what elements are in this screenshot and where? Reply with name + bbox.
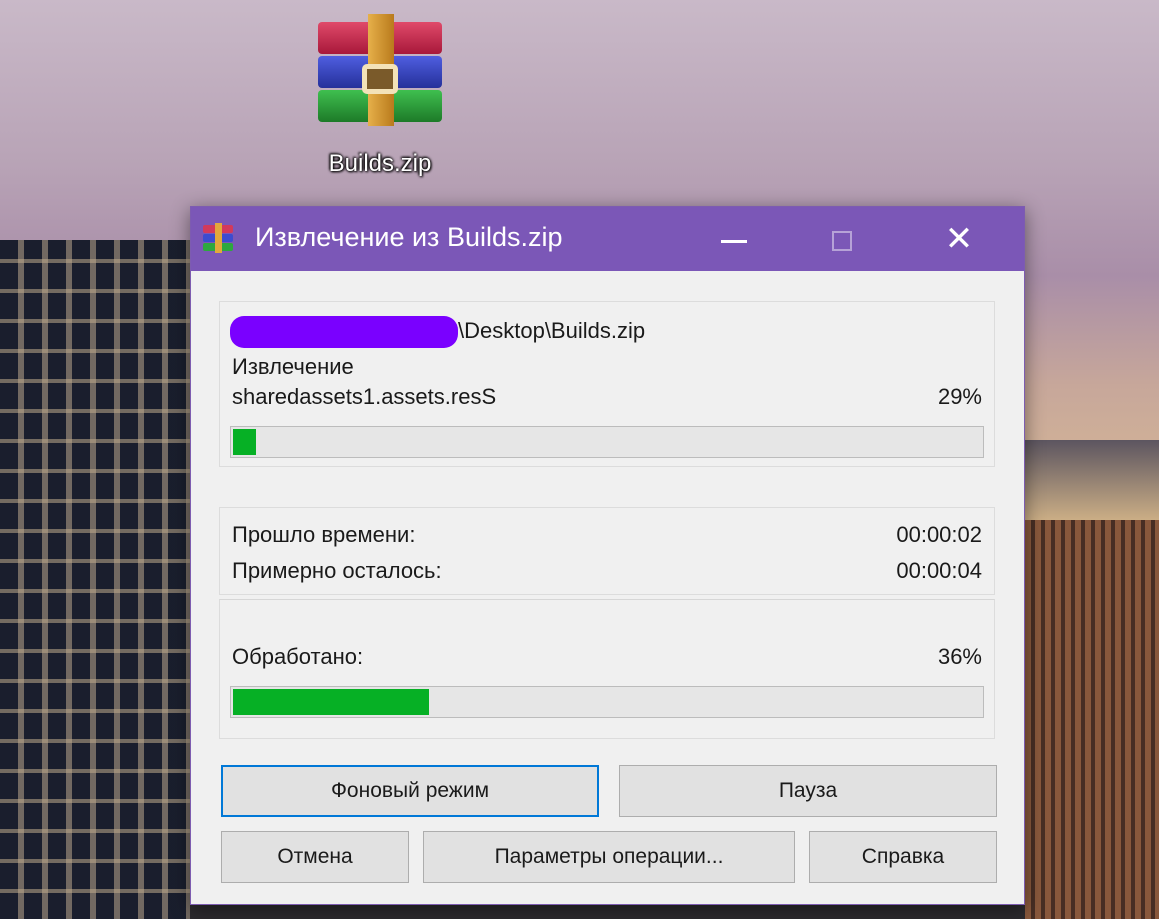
minimize-button[interactable] bbox=[688, 207, 780, 271]
processed-percent: 36% bbox=[937, 644, 982, 669]
close-button[interactable]: ✕ bbox=[913, 207, 1005, 271]
desktop: Builds.zip Извлечение из Builds.zip ✕ \D… bbox=[0, 0, 1159, 919]
total-progress-fill bbox=[233, 689, 429, 715]
remaining-label: Примерно осталось: bbox=[232, 558, 442, 583]
window-title: Извлечение из Builds.zip bbox=[255, 222, 563, 252]
file-progress-panel: \Desktop\Builds.zip Извлечение sharedass… bbox=[219, 301, 995, 467]
operation-parameters-button[interactable]: Параметры операции... bbox=[423, 831, 795, 883]
time-panel: Прошло времени: 00:00:02 Примерно остало… bbox=[219, 507, 995, 595]
maximize-icon bbox=[832, 231, 852, 252]
title-bar[interactable]: Извлечение из Builds.zip ✕ bbox=[191, 207, 1024, 271]
current-file: sharedassets1.assets.resS bbox=[232, 384, 497, 409]
file-progress-bar bbox=[230, 426, 984, 458]
elapsed-value: 00:00:02 bbox=[896, 522, 982, 547]
background-building bbox=[1025, 440, 1159, 530]
file-progress-fill bbox=[233, 429, 256, 455]
cancel-button[interactable]: Отмена bbox=[221, 831, 409, 883]
redaction-mark bbox=[230, 316, 458, 348]
processed-label: Обработано: bbox=[232, 644, 364, 669]
extraction-dialog: Извлечение из Builds.zip ✕ \Desktop\Buil… bbox=[190, 206, 1025, 905]
operation-label: Извлечение bbox=[232, 354, 354, 379]
winrar-title-icon bbox=[203, 223, 233, 253]
background-building bbox=[1025, 520, 1159, 919]
background-mode-button[interactable]: Фоновый режим bbox=[221, 765, 599, 817]
help-button[interactable]: Справка bbox=[809, 831, 997, 883]
desktop-icon-label: Builds.zip bbox=[328, 150, 432, 177]
elapsed-label: Прошло времени: bbox=[232, 522, 416, 547]
archive-path: \Desktop\Builds.zip bbox=[458, 318, 646, 343]
pause-button[interactable]: Пауза bbox=[619, 765, 997, 817]
total-progress-bar bbox=[230, 686, 984, 718]
minimize-icon bbox=[721, 239, 747, 243]
maximize-button bbox=[796, 207, 888, 271]
winrar-archive-icon bbox=[318, 14, 442, 126]
total-progress-panel: Обработано: 36% bbox=[219, 599, 995, 739]
remaining-value: 00:00:04 bbox=[896, 558, 982, 583]
desktop-icon-builds-zip[interactable]: Builds.zip bbox=[300, 14, 460, 194]
background-building bbox=[0, 240, 190, 919]
close-icon: ✕ bbox=[944, 220, 974, 258]
file-percent: 29% bbox=[937, 384, 982, 409]
background-building bbox=[190, 905, 1025, 919]
